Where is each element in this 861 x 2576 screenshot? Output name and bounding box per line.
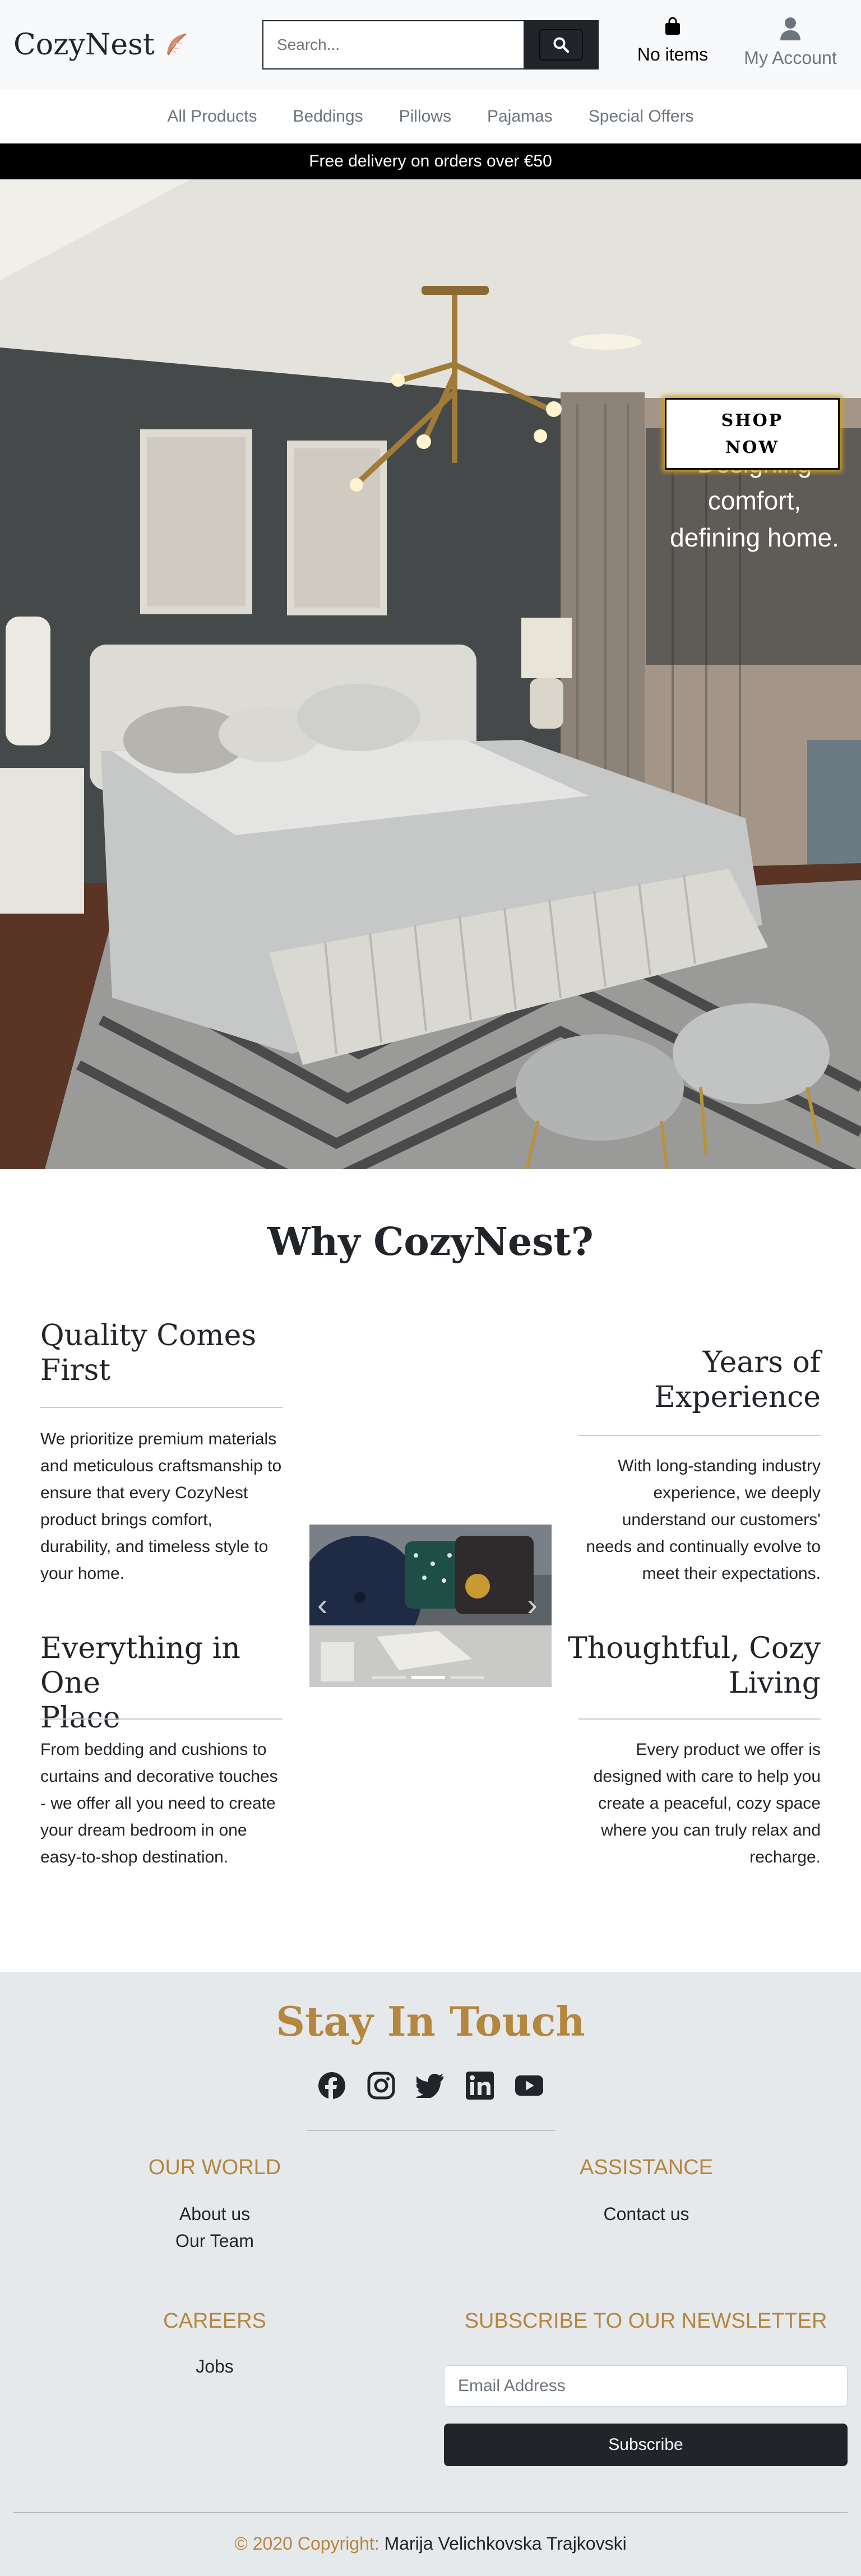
- carousel-indicator-3[interactable]: [451, 1676, 484, 1679]
- footer-link-our-team[interactable]: Our Team: [90, 2231, 340, 2251]
- product-carousel: ‹ ›: [309, 1525, 552, 1687]
- feature-divider-quality: [40, 1407, 283, 1408]
- feature-title-experience-line-2: Experience: [654, 1380, 821, 1414]
- shop-now-button[interactable]: SHOP NOW: [665, 398, 840, 470]
- feature-title-quality: Quality Comes First: [40, 1318, 298, 1388]
- search-form: [262, 20, 599, 70]
- feature-title-thoughtful: Thoughtful, Cozy Living: [563, 1631, 821, 1701]
- promo-banner-text: Free delivery on orders over €50: [309, 152, 552, 170]
- cart-label: No items: [637, 44, 709, 64]
- feature-text-everything: From bedding and cushions to curtains an…: [40, 1740, 278, 1866]
- search-button-inner: [539, 29, 583, 61]
- feature-title-experience: Years of Experience: [563, 1345, 821, 1415]
- copyright-author-link[interactable]: Marija Velichkovska Trajkovski: [385, 2533, 627, 2554]
- instagram-icon: [367, 2072, 395, 2100]
- user-icon: [780, 17, 800, 40]
- social-links: [314, 2072, 547, 2100]
- feature-title-everything-line-2: Place: [40, 1701, 121, 1735]
- hero-tagline-line-3: defining home.: [670, 523, 839, 552]
- feature-title-thoughtful-line-1: Thoughtful, Cozy: [568, 1632, 821, 1665]
- footer-link-contact-us[interactable]: Contact us: [521, 2204, 771, 2225]
- stay-in-touch-title: Stay In Touch: [276, 1998, 585, 2045]
- feature-text-experience: With long-standing industry experience, …: [586, 1457, 821, 1583]
- feature-text-thoughtful: Every product we offer is designed with …: [593, 1740, 821, 1866]
- search-icon: [553, 37, 570, 53]
- feature-title-thoughtful-line-2: Living: [729, 1666, 821, 1700]
- copyright-divider: [13, 2512, 848, 2513]
- facebook-link[interactable]: [318, 2072, 346, 2100]
- carousel-next-button[interactable]: ›: [527, 1586, 538, 1623]
- newsletter-email-input[interactable]: Email Address: [444, 2365, 848, 2407]
- twitter-icon: [416, 2074, 443, 2098]
- feature-title-quality-line-2: First: [40, 1354, 111, 1387]
- feature-divider-experience: [578, 1435, 821, 1436]
- shopping-bag-icon: [665, 17, 680, 35]
- why-title: Why CozyNest?: [267, 1220, 594, 1264]
- nav-item-pillows[interactable]: Pillows: [381, 107, 469, 126]
- facebook-icon: [318, 2072, 345, 2100]
- subscribe-button[interactable]: Subscribe: [444, 2424, 848, 2466]
- footer-heading-newsletter: SUBSCRIBE TO OUR NEWSLETTER: [464, 2309, 827, 2333]
- feature-divider-thoughtful: [578, 1718, 821, 1720]
- hero-tagline-line-2: comfort,: [707, 486, 802, 515]
- linkedin-icon: [466, 2072, 494, 2100]
- nav-item-pajamas[interactable]: Pajamas: [469, 107, 571, 126]
- main-nav: All Products Beddings Pillows Pajamas Sp…: [0, 90, 861, 143]
- search-input[interactable]: [262, 20, 524, 70]
- hero-bedroom-image: [0, 179, 861, 1169]
- feature-title-everything-line-1: Everything in One: [40, 1632, 240, 1700]
- youtube-icon: [515, 2075, 543, 2096]
- cart-link[interactable]: No items: [628, 17, 718, 65]
- feature-text-quality: We prioritize premium materials and meti…: [40, 1430, 282, 1583]
- nav-item-all-products[interactable]: All Products: [149, 107, 275, 126]
- footer-heading-careers: CAREERS: [163, 2309, 266, 2333]
- promo-banner: Free delivery on orders over €50: [0, 143, 861, 179]
- youtube-link[interactable]: [515, 2072, 543, 2100]
- brand-name: CozyNest: [13, 28, 155, 62]
- twitter-link[interactable]: [416, 2072, 445, 2100]
- brand-logo[interactable]: CozyNest: [13, 28, 189, 62]
- copyright: © 2020 Copyright: Marija Velichkovska Tr…: [0, 2533, 861, 2554]
- feature-divider-everything: [40, 1718, 283, 1720]
- nav-item-beddings[interactable]: Beddings: [275, 107, 381, 126]
- shop-now-label-1: SHOP: [721, 411, 784, 430]
- feature-title-quality-line-1: Quality Comes: [40, 1319, 257, 1352]
- carousel-slide-image: [309, 1525, 552, 1687]
- instagram-link[interactable]: [367, 2072, 395, 2100]
- feature-title-experience-line-1: Years of: [702, 1346, 821, 1379]
- hero-section: Designing comfort, defining home.: [0, 179, 861, 1169]
- footer-link-about-us[interactable]: About us: [90, 2204, 340, 2225]
- carousel-indicators: [372, 1676, 484, 1679]
- footer-link-jobs[interactable]: Jobs: [90, 2356, 340, 2377]
- footer-heading-assistance: ASSISTANCE: [580, 2156, 713, 2179]
- site-header: CozyNest No items My Ac: [0, 0, 861, 90]
- feather-icon: [166, 33, 187, 55]
- site-footer: [0, 1972, 861, 2576]
- account-link[interactable]: My Account: [734, 17, 846, 68]
- shop-now-label-2: NOW: [725, 438, 780, 457]
- carousel-indicator-2[interactable]: [411, 1676, 445, 1679]
- footer-heading-our-world: OUR WORLD: [148, 2156, 281, 2179]
- carousel-prev-button[interactable]: ‹: [317, 1586, 328, 1623]
- linkedin-link[interactable]: [466, 2072, 494, 2100]
- social-divider: [307, 2130, 555, 2131]
- account-label: My Account: [744, 48, 837, 68]
- copyright-prefix: © 2020 Copyright:: [234, 2533, 379, 2554]
- feature-title-everything: Everything in One Place: [40, 1631, 304, 1735]
- nav-item-special-offers[interactable]: Special Offers: [571, 107, 712, 126]
- carousel-indicator-1[interactable]: [372, 1676, 406, 1679]
- search-button[interactable]: [524, 20, 599, 70]
